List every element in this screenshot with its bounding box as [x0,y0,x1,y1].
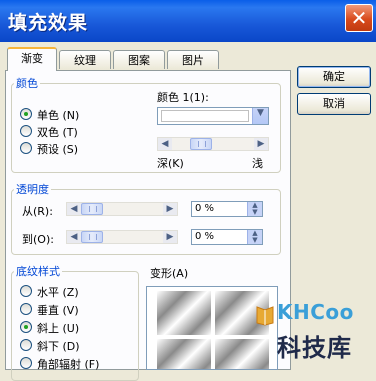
scroll-left-icon[interactable]: ◀ [67,231,81,243]
transparency-group-label: 透明度 [14,181,51,197]
scroll-left-icon[interactable]: ◀ [67,203,81,215]
cancel-button[interactable]: 取消 [297,93,371,115]
to-label: 到(O): [22,233,54,246]
radio-diagonal-down[interactable] [20,339,32,351]
color1-swatch [161,110,249,122]
radio-from-corner-label: 角部辐射 (F) [37,358,100,371]
color1-dropdown[interactable]: ▼ [157,107,269,125]
color1-label: 颜色 1(1): [157,91,209,104]
radio-horizontal-label: 水平 (Z) [37,286,79,299]
close-button[interactable]: ✕ [345,4,373,32]
tab-pattern[interactable]: 图案 [113,50,165,69]
scroll-right-icon[interactable]: ▶ [163,231,177,243]
slider-thumb[interactable] [81,231,103,243]
radio-selected-dot [24,112,28,116]
radio-two-colors[interactable] [20,125,32,137]
tab-texture[interactable]: 纹理 [59,50,111,69]
radio-diagonal-up[interactable] [20,321,32,333]
radio-preset[interactable] [20,142,32,154]
tab-picture[interactable]: 图片 [167,50,219,69]
variant-tile[interactable] [157,339,211,369]
slider-thumb[interactable] [81,203,103,215]
chevron-down-icon[interactable]: ▼ [252,108,268,124]
radio-selected-dot [24,325,28,329]
from-value: 0 % [195,203,215,214]
from-slider[interactable]: ◀ ▶ [66,202,178,216]
spinner-arrows-icon[interactable]: ▲ ▼ [247,230,262,244]
from-label: 从(R): [22,205,53,218]
book-logo-icon [256,306,274,326]
radio-one-color-label: 单色 (N) [37,109,80,122]
variant-tile[interactable] [157,291,211,335]
to-value: 0 % [195,231,215,242]
variants-label: 变形(A) [150,267,189,280]
scroll-right-icon[interactable]: ▶ [163,203,177,215]
radio-horizontal[interactable] [20,285,32,297]
colors-group-label: 颜色 [14,75,40,91]
close-icon: ✕ [350,6,368,30]
scroll-left-icon[interactable]: ◀ [158,138,172,150]
to-slider[interactable]: ◀ ▶ [66,230,178,244]
light-label: 浅 [252,157,263,170]
radio-preset-label: 预设 (S) [37,143,79,156]
watermark: KHCoo 科技库 [255,300,375,368]
tab-gradient[interactable]: 渐变 [7,47,57,71]
dialog-title: 填充效果 [8,12,89,34]
radio-vertical-label: 垂直 (V) [37,304,79,317]
watermark-site: 科技库 [277,334,352,362]
radio-two-colors-label: 双色 (T) [37,126,78,139]
radio-one-color[interactable] [20,108,32,120]
shading-group-label: 底纹样式 [14,263,62,279]
slider-thumb[interactable] [190,138,212,150]
radio-diagonal-down-label: 斜下 (D) [37,340,80,353]
radio-from-corner[interactable] [20,357,32,369]
from-percent-field[interactable]: 0 % ▲ ▼ [191,201,263,217]
radio-diagonal-up-label: 斜上 (U) [37,322,80,335]
scroll-right-icon[interactable]: ▶ [254,138,268,150]
radio-vertical[interactable] [20,303,32,315]
ok-button[interactable]: 确定 [297,66,371,88]
watermark-brand: KHCoo [277,300,354,324]
to-percent-field[interactable]: 0 % ▲ ▼ [191,229,263,245]
brightness-slider[interactable]: ◀ ▶ [157,137,269,151]
dark-label: 深(K) [157,157,184,170]
spinner-arrows-icon[interactable]: ▲ ▼ [247,202,262,216]
title-bar: 填充效果 ✕ [0,0,376,42]
